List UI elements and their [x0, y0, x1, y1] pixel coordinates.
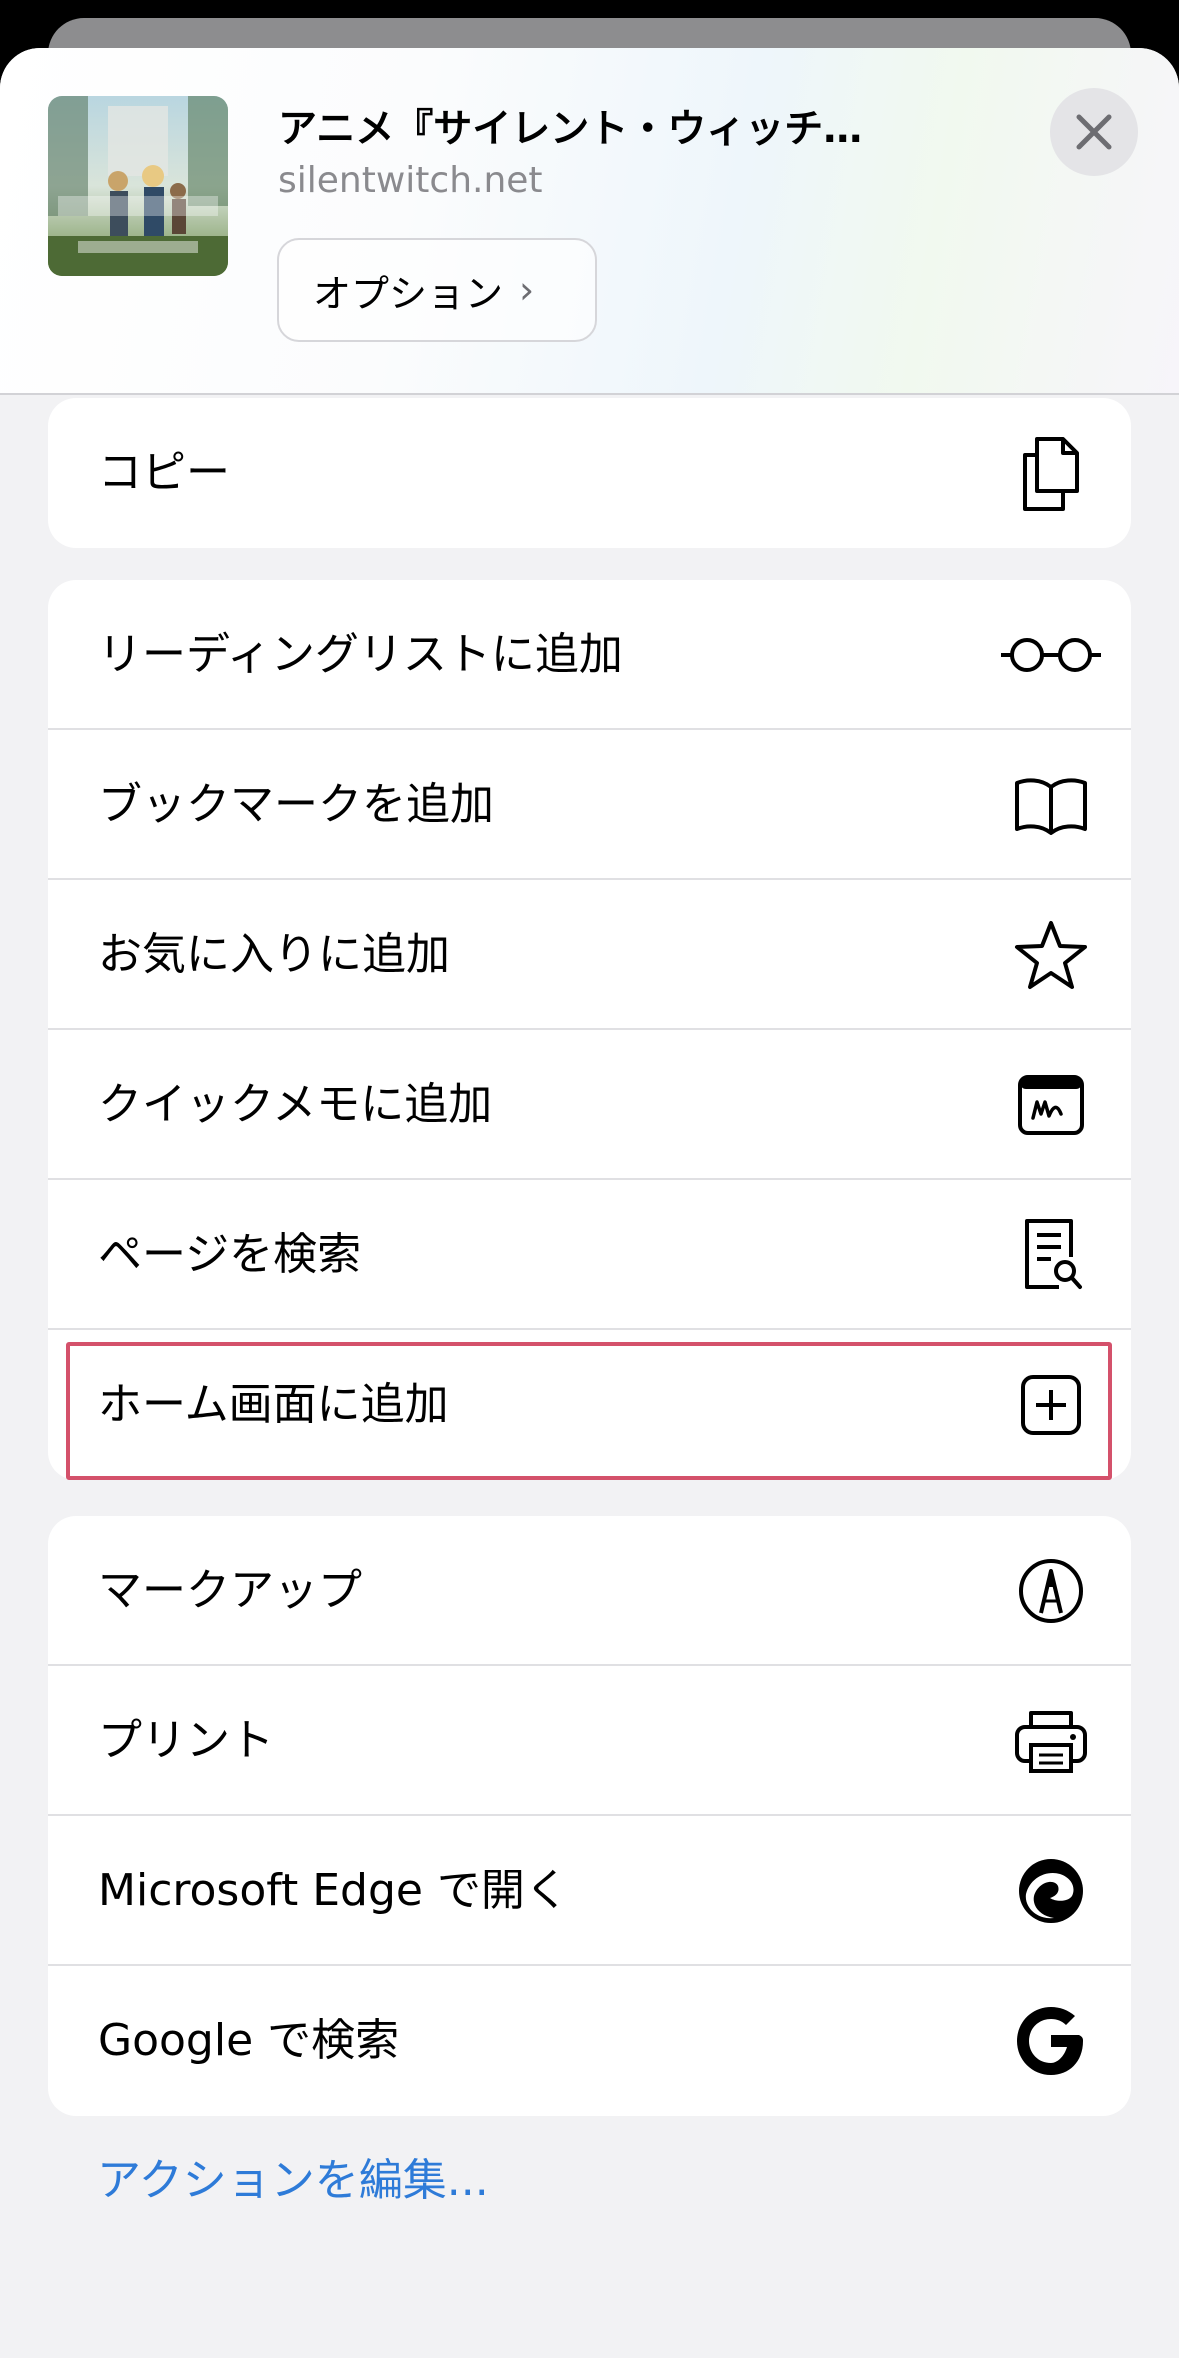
action-label: ページを検索 [98, 1229, 362, 1280]
action-label: お気に入りに追加 [98, 929, 450, 980]
printer-icon [1011, 1701, 1091, 1781]
action-group-page: リーディングリストに追加 ブックマークを追加 お気に入りに追加 クイックメモに追… [48, 580, 1131, 1480]
action-label: クイックメモに追加 [98, 1079, 493, 1130]
share-sheet: アニメ『サイレント・ウィッチ… silentwitch.net オプション › … [0, 48, 1179, 2358]
markup-pen-icon [1011, 1551, 1091, 1631]
action-add-bookmark[interactable]: ブックマークを追加 [48, 730, 1131, 880]
share-sheet-header: アニメ『サイレント・ウィッチ… silentwitch.net オプション › [0, 48, 1179, 395]
close-icon [1076, 114, 1112, 150]
action-open-in-edge[interactable]: Microsoft Edge で開く [48, 1816, 1131, 1966]
action-label: コピー [98, 447, 230, 498]
action-copy[interactable]: コピー [48, 398, 1131, 548]
close-button[interactable] [1050, 88, 1138, 176]
action-label: リーディングリストに追加 [98, 629, 623, 680]
find-on-page-icon [1011, 1215, 1091, 1295]
google-icon [1011, 2001, 1091, 2081]
action-label: マークアップ [98, 1565, 362, 1616]
copy-icon [1011, 433, 1091, 513]
action-add-favorites[interactable]: お気に入りに追加 [48, 880, 1131, 1030]
page-domain: silentwitch.net [278, 160, 543, 201]
action-find-on-page[interactable]: ページを検索 [48, 1180, 1131, 1330]
options-button[interactable]: オプション › [277, 238, 597, 342]
action-label: プリント [98, 1715, 274, 1766]
action-label: ブックマークを追加 [98, 779, 494, 830]
action-add-to-home-screen[interactable]: ホーム画面に追加 [48, 1330, 1131, 1480]
action-group-apps: マークアップ プリント Microsoft Edge で開く Google で検… [48, 1516, 1131, 2116]
action-add-quick-note[interactable]: クイックメモに追加 [48, 1030, 1131, 1180]
action-label: ホーム画面に追加 [98, 1379, 449, 1430]
edit-actions-link[interactable]: アクションを編集... [97, 2144, 489, 2208]
action-markup[interactable]: マークアップ [48, 1516, 1131, 1666]
action-print[interactable]: プリント [48, 1666, 1131, 1816]
action-label: Google で検索 [98, 2015, 400, 2066]
edge-icon [1011, 1851, 1091, 1931]
star-icon [1011, 915, 1091, 995]
glasses-icon [999, 615, 1103, 695]
chevron-right-icon: › [519, 268, 535, 312]
action-add-reading-list[interactable]: リーディングリストに追加 [48, 580, 1131, 730]
quick-note-icon [1011, 1065, 1091, 1145]
action-group-copy: コピー [48, 398, 1131, 548]
book-icon [1011, 765, 1091, 845]
page-thumbnail [48, 96, 228, 276]
action-label: Microsoft Edge で開く [98, 1865, 569, 1916]
page-title: アニメ『サイレント・ウィッチ… [278, 107, 863, 152]
action-search-google[interactable]: Google で検索 [48, 1966, 1131, 2116]
options-label: オプション [313, 271, 504, 316]
add-square-icon [1011, 1365, 1091, 1445]
